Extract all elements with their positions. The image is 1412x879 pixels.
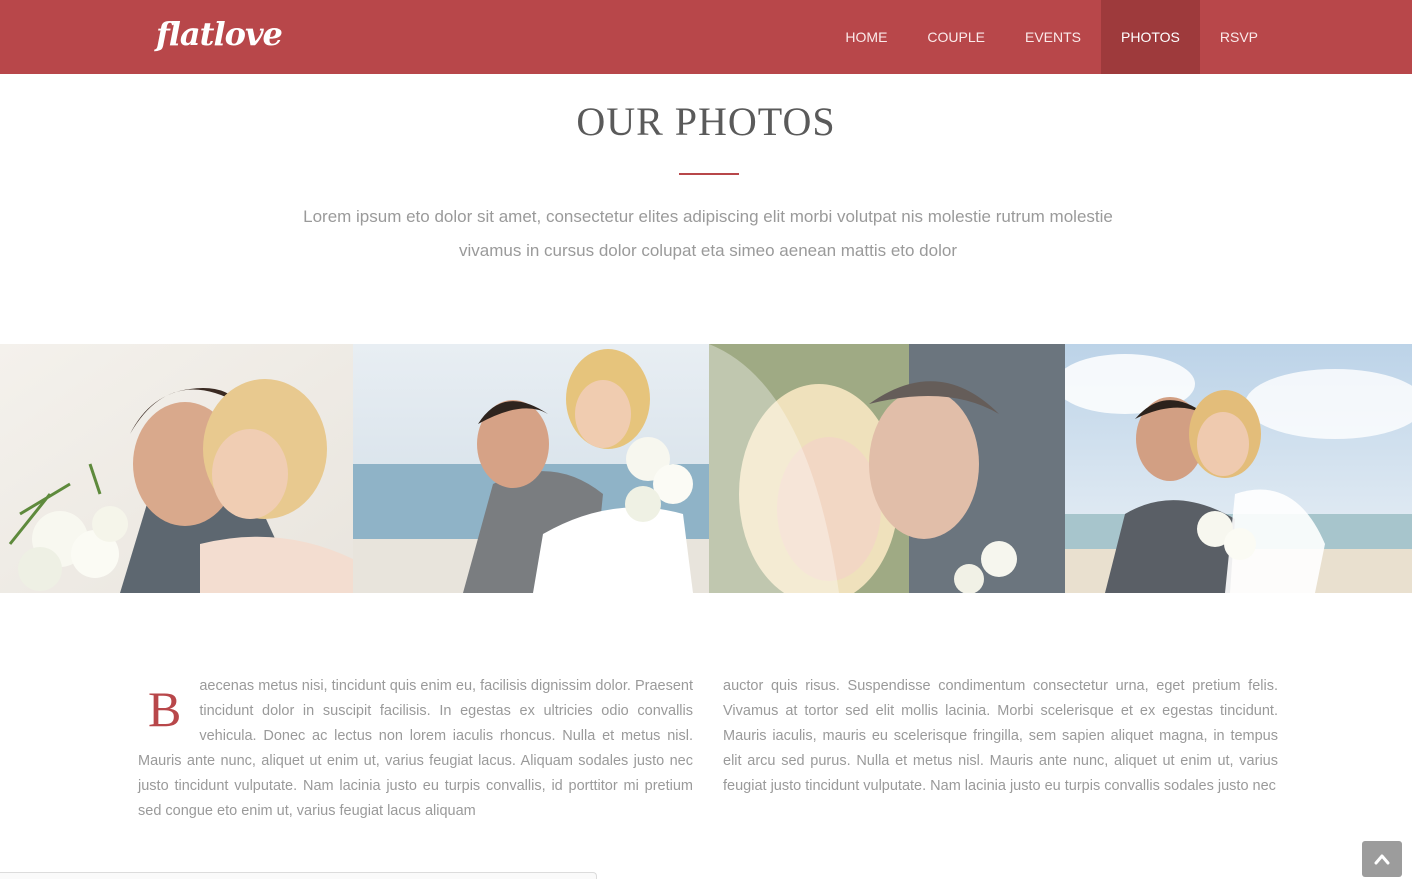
bottom-panel-edge: [0, 872, 597, 879]
chevron-up-icon: [1374, 854, 1390, 865]
section-intro: Lorem ipsum eto dolor sit amet, consecte…: [256, 200, 1160, 268]
intro-line-2: vivamus in cursus dolor colupat eta sime…: [459, 241, 957, 260]
dropcap: B: [148, 681, 182, 737]
article-right-text: auctor quis risus. Suspendisse condiment…: [723, 678, 1278, 794]
nav-item-rsvp[interactable]: RSVP: [1200, 0, 1278, 74]
site-logo[interactable]: flatlove: [156, 10, 283, 58]
nav-item-home[interactable]: HOME: [825, 0, 907, 74]
article-column-left: Baecenas metus nisi, tincidunt quis enim…: [138, 674, 693, 824]
main-nav: HOME COUPLE EVENTS PHOTOS RSVP: [825, 0, 1278, 74]
article-column-right: auctor quis risus. Suspendisse condiment…: [723, 674, 1278, 799]
intro-line-1: Lorem ipsum eto dolor sit amet, consecte…: [303, 207, 1113, 226]
gallery-photo-3[interactable]: [709, 344, 1065, 593]
nav-item-events[interactable]: EVENTS: [1005, 0, 1101, 74]
article-left-text: aecenas metus nisi, tincidunt quis enim …: [138, 678, 693, 819]
title-divider: [679, 173, 739, 175]
nav-item-photos[interactable]: PHOTOS: [1101, 0, 1200, 74]
photo-gallery: [0, 344, 1412, 593]
nav-item-couple[interactable]: COUPLE: [907, 0, 1005, 74]
gallery-photo-1[interactable]: [0, 344, 353, 593]
site-header: flatlove HOME COUPLE EVENTS PHOTOS RSVP: [0, 0, 1412, 74]
gallery-photo-2[interactable]: [353, 344, 709, 593]
section-title: OUR PHOTOS: [576, 99, 836, 144]
gallery-photo-4[interactable]: [1065, 344, 1412, 593]
back-to-top-button[interactable]: [1362, 841, 1402, 877]
